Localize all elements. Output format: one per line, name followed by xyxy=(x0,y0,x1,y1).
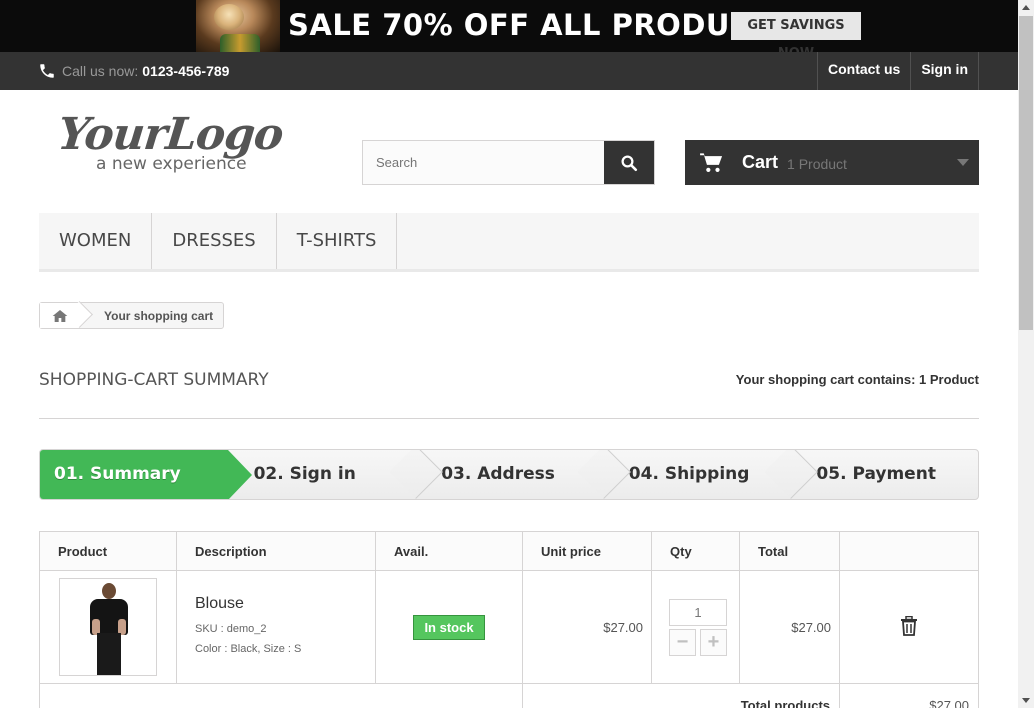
order-steps: 01. Summary 02. Sign in 03. Address 04. … xyxy=(39,449,979,500)
breadcrumb-home[interactable] xyxy=(40,303,80,328)
phone-number: 0123-456-789 xyxy=(142,63,230,79)
search-icon xyxy=(621,155,638,171)
step-sign-in: 02. Sign in xyxy=(228,450,416,499)
main-menu: WOMEN DRESSES T-SHIRTS xyxy=(39,213,979,272)
cart-counter-value: 1 Product xyxy=(919,372,979,387)
footer-spacer xyxy=(39,683,523,708)
step-address: 03. Address xyxy=(415,450,603,499)
header-unit-price: Unit price xyxy=(522,531,652,571)
promo-text: SALE 70% OFF ALL PRODUCTS xyxy=(288,8,794,42)
quantity-input[interactable]: 1 xyxy=(669,598,727,626)
table-footer-row: Total products $27.00 xyxy=(39,683,979,708)
home-icon xyxy=(52,309,68,322)
cart-label: Cart xyxy=(742,152,779,172)
header-availability: Avail. xyxy=(375,531,523,571)
product-attributes[interactable]: Color : Black, Size : S xyxy=(195,639,375,659)
phone-icon xyxy=(40,64,54,78)
contact-us-link[interactable]: Contact us xyxy=(816,52,910,90)
row-total: $27.00 xyxy=(739,570,840,684)
table-row: Blouse SKU : demo_2 Color : Black, Size … xyxy=(39,570,979,684)
promo-model-image xyxy=(196,0,280,52)
status-badge: In stock xyxy=(413,614,485,640)
scroll-thumb[interactable] xyxy=(1019,16,1033,330)
header-qty: Qty xyxy=(651,531,740,571)
delete-cell xyxy=(839,570,979,684)
header-delete xyxy=(839,531,979,571)
minus-icon[interactable]: − xyxy=(669,628,696,656)
breadcrumb-current: Your shopping cart xyxy=(104,308,214,323)
table-header-row: Product Description Avail. Unit price Qt… xyxy=(39,531,979,571)
store-logo[interactable]: YourLogo a new experience xyxy=(55,109,298,182)
chevron-down-icon[interactable] xyxy=(957,159,969,166)
step-summary[interactable]: 01. Summary xyxy=(40,450,252,499)
menu-item-dresses[interactable]: DRESSES xyxy=(152,213,277,269)
trash-icon[interactable] xyxy=(900,615,918,636)
search-form xyxy=(362,140,655,185)
cart-block[interactable]: Cart 1 Product xyxy=(685,140,979,185)
availability-cell: In stock xyxy=(375,570,523,684)
cart-summary-table: Product Description Avail. Unit price Qt… xyxy=(39,531,979,708)
total-products-label: Total products xyxy=(522,683,840,708)
header-product: Product xyxy=(39,531,177,571)
top-nav: Contact us Sign in xyxy=(816,52,979,90)
vertical-scrollbar[interactable] xyxy=(1018,0,1034,708)
header-total: Total xyxy=(739,531,840,571)
logo-main-text: YourLogo xyxy=(55,109,286,160)
product-description-cell: Blouse SKU : demo_2 Color : Black, Size … xyxy=(176,570,376,684)
qty-cell: 1 − + xyxy=(651,570,740,684)
promo-banner[interactable]: SALE 70% OFF ALL PRODUCTS GET SAVINGS NO… xyxy=(0,0,1018,52)
scroll-down-icon[interactable] xyxy=(1022,698,1030,703)
search-input[interactable] xyxy=(363,141,604,184)
call-label: Call us now: xyxy=(62,63,139,79)
sign-in-link[interactable]: Sign in xyxy=(910,52,979,90)
product-name[interactable]: Blouse xyxy=(195,595,375,613)
scroll-up-icon[interactable] xyxy=(1022,5,1030,10)
quantity-stepper: − + xyxy=(669,628,739,656)
menu-item-women[interactable]: WOMEN xyxy=(39,213,153,269)
menu-item-tshirts[interactable]: T-SHIRTS xyxy=(277,213,398,269)
step-shipping: 04. Shipping xyxy=(603,450,791,499)
header-description: Description xyxy=(176,531,376,571)
product-image-cell xyxy=(39,570,177,684)
product-image[interactable] xyxy=(59,578,157,676)
plus-icon[interactable]: + xyxy=(700,628,727,656)
cart-counter-prefix: Your shopping cart contains: xyxy=(735,372,916,387)
total-products-amount: $27.00 xyxy=(839,683,979,708)
top-bar: Call us now: 0123-456-789 Contact us Sig… xyxy=(0,52,1018,90)
divider xyxy=(39,418,979,419)
cart-icon xyxy=(700,152,723,172)
breadcrumb: Your shopping cart xyxy=(39,302,225,329)
step-payment: 05. Payment xyxy=(816,464,936,484)
cart-counter: Your shopping cart contains: 1 Product xyxy=(736,372,979,387)
get-savings-button[interactable]: GET SAVINGS NOW xyxy=(731,12,861,52)
phone-info: Call us now: 0123-456-789 xyxy=(38,62,229,80)
page-title: SHOPPING-CART SUMMARY xyxy=(39,370,269,390)
cart-quantity: 1 Product xyxy=(787,156,847,172)
unit-price: $27.00 xyxy=(522,570,652,684)
search-button[interactable] xyxy=(604,141,654,184)
product-sku: SKU : demo_2 xyxy=(195,623,267,635)
